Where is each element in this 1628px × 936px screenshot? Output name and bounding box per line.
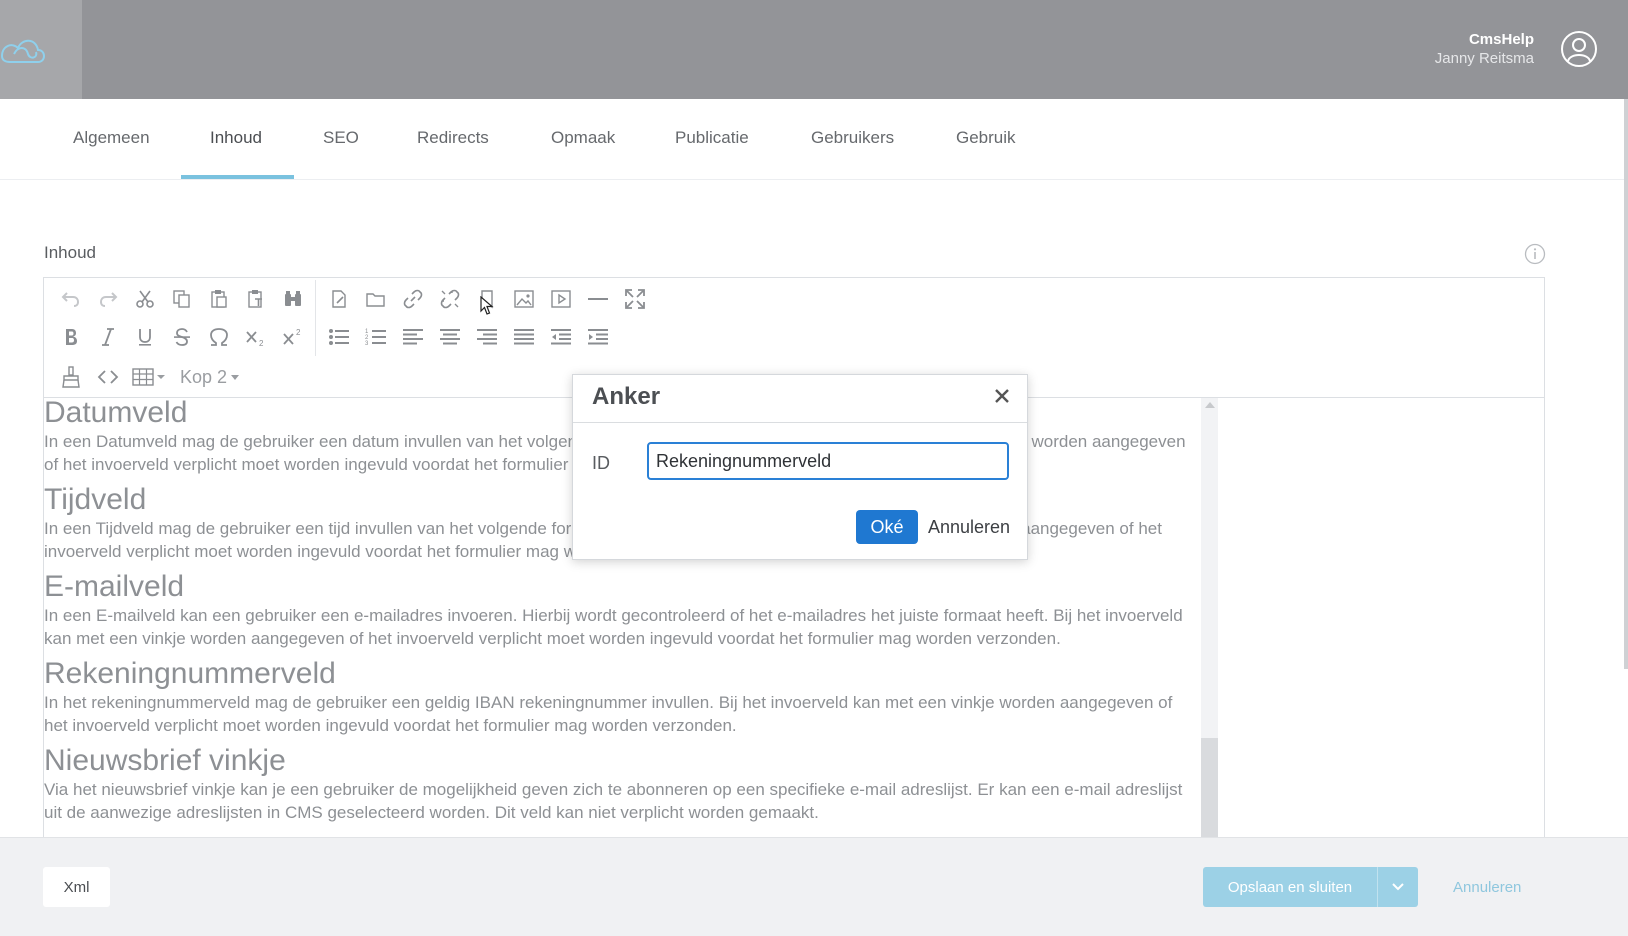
align-right-icon[interactable] <box>468 322 505 352</box>
bold-icon[interactable] <box>52 322 89 352</box>
subscript-icon[interactable]: 2 <box>237 322 274 352</box>
svg-text:2: 2 <box>259 339 264 347</box>
svg-text:3: 3 <box>365 341 369 347</box>
save-and-close-button[interactable]: Opslaan en sluiten <box>1203 867 1377 907</box>
justify-icon[interactable] <box>505 322 542 352</box>
clean-icon[interactable] <box>52 362 89 392</box>
toolbar-row-1 <box>52 280 653 318</box>
section-title: Inhoud <box>44 243 96 262</box>
paste-icon[interactable] <box>200 284 237 314</box>
dialog-divider <box>573 422 1027 423</box>
chevron-down-icon <box>1392 883 1404 891</box>
outdent-icon[interactable] <box>542 322 579 352</box>
numbered-list-icon[interactable]: 123 <box>357 322 394 352</box>
undo-icon[interactable] <box>52 284 89 314</box>
tab-gebruikers[interactable]: Gebruikers <box>811 99 894 180</box>
mouse-cursor-icon <box>480 296 494 315</box>
superscript-icon[interactable]: 2 <box>274 322 311 352</box>
user-name: Janny Reitsma <box>1434 50 1534 67</box>
content-block: E-mailveld In een E-mailveld kan een geb… <box>44 572 1194 650</box>
strikethrough-icon[interactable] <box>163 322 200 352</box>
footer-bar: Xml Opslaan en sluiten Annuleren <box>0 837 1628 936</box>
tab-gebruik[interactable]: Gebruik <box>956 99 1016 180</box>
find-icon[interactable] <box>274 284 311 314</box>
xml-button[interactable]: Xml <box>43 867 110 907</box>
image-icon[interactable] <box>505 284 542 314</box>
user-avatar-icon[interactable] <box>1560 30 1598 68</box>
top-header: CmsHelp Janny Reitsma <box>0 0 1628 99</box>
user-info[interactable]: CmsHelp Janny Reitsma <box>1435 30 1534 68</box>
toolbar-row-2: 2 2 123 <box>52 318 616 356</box>
dialog-title: Anker <box>592 383 661 410</box>
tab-bar: Algemeen Inhoud SEO Redirects Opmaak Pub… <box>0 99 1628 180</box>
toolbar-row-3: Kop 2 <box>52 362 240 392</box>
align-center-icon[interactable] <box>431 322 468 352</box>
omega-icon[interactable] <box>200 322 237 352</box>
editor-scrollbar[interactable] <box>1201 398 1218 838</box>
link-icon[interactable] <box>394 284 431 314</box>
folder-icon[interactable] <box>357 284 394 314</box>
copy-icon[interactable] <box>163 284 200 314</box>
content-block: Nieuwsbrief vinkje Via het nieuwsbrief v… <box>44 746 1194 824</box>
close-icon[interactable] <box>991 385 1013 407</box>
save-options-button[interactable] <box>1377 867 1418 907</box>
anchor-dialog: Anker ID Oké Annuleren <box>572 374 1028 560</box>
toolbar-separator <box>315 318 316 356</box>
table-icon[interactable] <box>126 362 172 392</box>
italic-icon[interactable] <box>89 322 126 352</box>
app-name: CmsHelp <box>1468 31 1534 48</box>
cut-icon[interactable] <box>126 284 163 314</box>
chevron-down-icon <box>231 374 240 380</box>
redo-icon[interactable] <box>89 284 126 314</box>
anchor-id-input[interactable] <box>647 442 1009 480</box>
tab-seo[interactable]: SEO <box>323 99 359 180</box>
scrollbar-thumb[interactable] <box>1201 738 1218 838</box>
bullet-list-icon[interactable] <box>320 322 357 352</box>
tab-inhoud[interactable]: Inhoud <box>210 99 262 180</box>
info-icon[interactable] <box>1524 243 1546 265</box>
fullscreen-icon[interactable] <box>616 284 653 314</box>
tab-opmaak[interactable]: Opmaak <box>551 99 615 180</box>
align-left-icon[interactable] <box>394 322 431 352</box>
content-paragraph: In een E-mailveld kan een gebruiker een … <box>44 606 1183 648</box>
unlink-icon[interactable] <box>431 284 468 314</box>
ok-button[interactable]: Oké <box>856 510 918 544</box>
source-code-icon[interactable] <box>89 362 126 392</box>
page-scrollbar[interactable] <box>1624 99 1628 669</box>
content-paragraph: In het rekeningnummerveld mag de gebruik… <box>44 693 1173 735</box>
content-block: Rekeningnummerveld In het rekeningnummer… <box>44 659 1194 737</box>
format-select-value: Kop 2 <box>180 366 228 387</box>
tab-redirects[interactable]: Redirects <box>417 99 489 180</box>
toolbar-separator <box>315 280 316 318</box>
footer-cancel-button[interactable]: Annuleren <box>1453 867 1521 907</box>
tab-publicatie[interactable]: Publicatie <box>675 99 749 180</box>
content-paragraph: Via het nieuwsbrief vinkje kan je een ge… <box>44 780 1183 822</box>
tab-algemeen[interactable]: Algemeen <box>73 99 150 180</box>
indent-icon[interactable] <box>579 322 616 352</box>
content-heading: Rekeningnummerveld <box>44 657 336 690</box>
new-document-icon[interactable] <box>320 284 357 314</box>
format-select[interactable]: Kop 2 <box>172 366 240 388</box>
logo[interactable] <box>0 0 82 99</box>
id-label: ID <box>592 453 610 473</box>
active-tab-indicator <box>181 175 294 179</box>
dialog-cancel-button[interactable]: Annuleren <box>928 510 1010 544</box>
horizontal-rule-icon[interactable] <box>579 284 616 314</box>
underline-icon[interactable] <box>126 322 163 352</box>
content-heading: E-mailveld <box>44 570 185 603</box>
scroll-up-icon[interactable] <box>1205 402 1215 408</box>
cloud-logo-icon <box>0 39 45 63</box>
paste-text-icon[interactable] <box>237 284 274 314</box>
svg-text:2: 2 <box>296 328 301 337</box>
media-icon[interactable] <box>542 284 579 314</box>
content-heading: Nieuwsbrief vinkje <box>44 744 286 777</box>
